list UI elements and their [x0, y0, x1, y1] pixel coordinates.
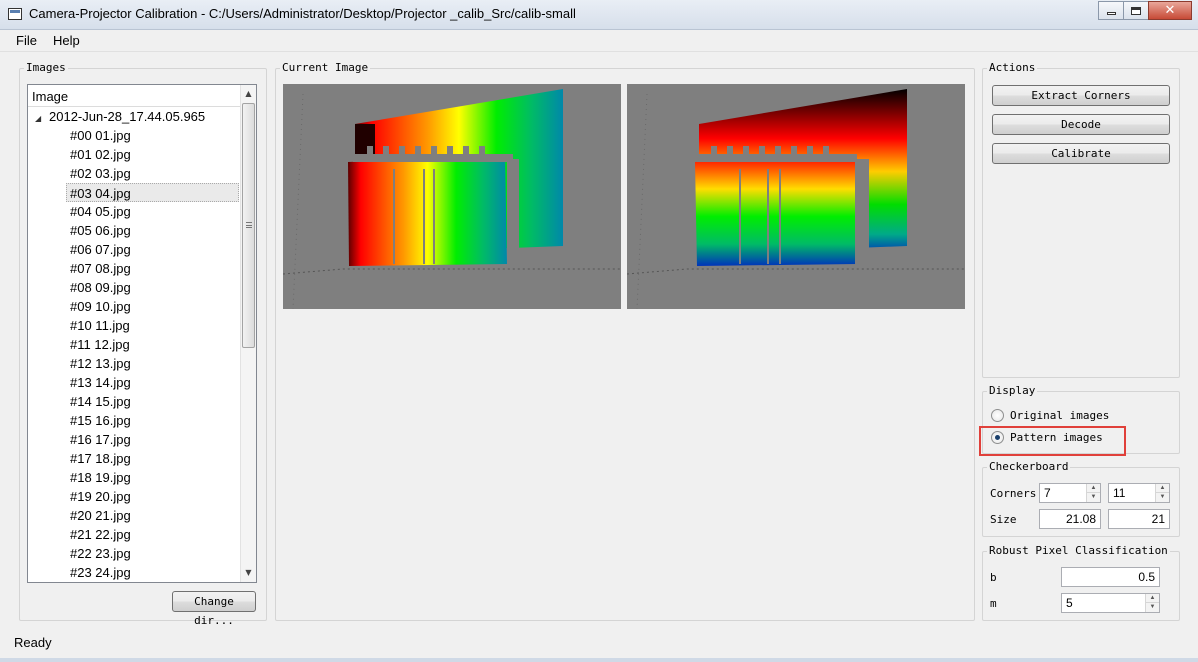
tree-root-item[interactable]: ◢ 2012-Jun-28_17.44.05.965: [28, 107, 256, 126]
tree-item[interactable]: #04 05.jpg: [28, 202, 239, 221]
tree-item[interactable]: #12 13.jpg: [28, 354, 239, 373]
size-x-field[interactable]: 21.08: [1039, 509, 1101, 529]
tree-item[interactable]: #15 16.jpg: [28, 411, 239, 430]
images-group-title: Images: [24, 61, 68, 75]
spin-up-icon[interactable]: ▲: [1087, 484, 1100, 493]
size-label: Size: [990, 513, 1017, 526]
tree-item[interactable]: #10 11.jpg: [28, 316, 239, 335]
display-group-title: Display: [987, 384, 1038, 398]
projector-pattern-image: [627, 84, 965, 309]
tree-item[interactable]: #02 03.jpg: [28, 164, 239, 183]
close-button[interactable]: ✕: [1148, 1, 1192, 20]
original-images-label: Original images: [1010, 408, 1110, 422]
tree-item[interactable]: #11 12.jpg: [28, 335, 239, 354]
corners-x-spinbox[interactable]: 7 ▲ ▼: [1039, 483, 1101, 503]
camera-pattern-image: [283, 84, 621, 309]
tree-item[interactable]: #14 15.jpg: [28, 392, 239, 411]
current-image-title: Current Image: [280, 61, 371, 75]
tree-item[interactable]: #03 04.jpg: [66, 183, 239, 202]
m-value: 5: [1066, 596, 1073, 610]
tree-item[interactable]: #06 07.jpg: [28, 240, 239, 259]
size-y-field[interactable]: 21: [1108, 509, 1170, 529]
corners-label: Corners: [990, 487, 1037, 500]
close-icon: ✕: [1164, 3, 1176, 18]
extract-corners-button[interactable]: Extract Corners: [992, 85, 1170, 106]
tree-item[interactable]: #16 17.jpg: [28, 430, 239, 449]
robust-group-title: Robust Pixel Classification: [987, 544, 1170, 558]
decode-button[interactable]: Decode: [992, 114, 1170, 135]
maximize-button[interactable]: [1123, 1, 1149, 20]
radio-unchecked-icon[interactable]: [991, 408, 1004, 422]
scroll-down-icon[interactable]: ▼: [241, 565, 256, 581]
tree-scrollbar[interactable]: ▲ ▼: [240, 85, 256, 582]
tree-item[interactable]: #05 06.jpg: [28, 221, 239, 240]
tree-item[interactable]: #01 02.jpg: [28, 145, 239, 164]
spin-down-icon[interactable]: ▼: [1087, 493, 1100, 502]
tree-header[interactable]: Image: [28, 85, 241, 107]
tree-root-label: 2012-Jun-28_17.44.05.965: [49, 109, 206, 124]
maximize-icon: [1131, 6, 1141, 15]
scroll-thumb[interactable]: [242, 103, 255, 348]
tree-items: #00 01.jpg #01 02.jpg #02 03.jpg #03 04.jpg…: [28, 126, 256, 582]
tree-item[interactable]: #13 14.jpg: [28, 373, 239, 392]
corners-y-spinbox[interactable]: 11 ▲ ▼: [1108, 483, 1170, 503]
corners-x-spin[interactable]: ▲ ▼: [1086, 484, 1100, 502]
corners-y-value: 11: [1113, 486, 1126, 500]
change-dir-button[interactable]: Change dir...: [172, 591, 256, 627]
m-label: m: [990, 597, 997, 610]
original-images-radio[interactable]: Original images: [991, 407, 1109, 423]
checkerboard-group-title: Checkerboard: [987, 460, 1071, 474]
tree-item[interactable]: #08 09.jpg: [28, 278, 239, 297]
menu-file[interactable]: File: [8, 33, 45, 48]
menu-bar: File Help: [0, 30, 1198, 52]
tree-item[interactable]: #22 23.jpg: [28, 544, 239, 563]
actions-group-title: Actions: [987, 61, 1038, 75]
tree-item[interactable]: #18 19.jpg: [28, 468, 239, 487]
spin-up-icon[interactable]: ▲: [1156, 484, 1169, 493]
window-frame-bottom: [0, 658, 1198, 662]
minimize-button[interactable]: [1098, 1, 1124, 20]
tree-item[interactable]: #00 01.jpg: [28, 126, 239, 145]
tree-item[interactable]: #19 20.jpg: [28, 487, 239, 506]
m-spin[interactable]: ▲ ▼: [1145, 594, 1159, 612]
window-controls: ✕: [1098, 1, 1192, 21]
tree-item[interactable]: #21 22.jpg: [28, 525, 239, 544]
b-field[interactable]: 0.5: [1061, 567, 1160, 587]
minimize-icon: [1106, 12, 1116, 15]
tree-item[interactable]: #17 18.jpg: [28, 449, 239, 468]
corners-x-value: 7: [1044, 486, 1051, 500]
spin-up-icon[interactable]: ▲: [1146, 594, 1159, 603]
tree-item[interactable]: #09 10.jpg: [28, 297, 239, 316]
tree-item[interactable]: #23 24.jpg: [28, 563, 239, 582]
menu-help[interactable]: Help: [45, 33, 88, 48]
calibrate-button[interactable]: Calibrate: [992, 143, 1170, 164]
app-icon: [8, 8, 22, 20]
tree-item[interactable]: #07 08.jpg: [28, 259, 239, 278]
scroll-up-icon[interactable]: ▲: [241, 86, 256, 102]
b-label: b: [990, 571, 997, 584]
corners-y-spin[interactable]: ▲ ▼: [1155, 484, 1169, 502]
image-tree[interactable]: Image ◢ 2012-Jun-28_17.44.05.965 #00 01.j…: [27, 84, 257, 583]
grip-icon: [246, 222, 252, 228]
window-title: Camera-Projector Calibration - C:/Users/…: [29, 6, 576, 21]
annotation-highlight: [979, 426, 1126, 456]
title-bar: Camera-Projector Calibration - C:/Users/…: [0, 0, 1198, 30]
spin-down-icon[interactable]: ▼: [1146, 603, 1159, 612]
tree-item[interactable]: #20 21.jpg: [28, 506, 239, 525]
m-spinbox[interactable]: 5 ▲ ▼: [1061, 593, 1160, 613]
spin-down-icon[interactable]: ▼: [1156, 493, 1169, 502]
collapse-icon[interactable]: ◢: [35, 109, 49, 128]
status-bar: Ready: [14, 635, 52, 650]
